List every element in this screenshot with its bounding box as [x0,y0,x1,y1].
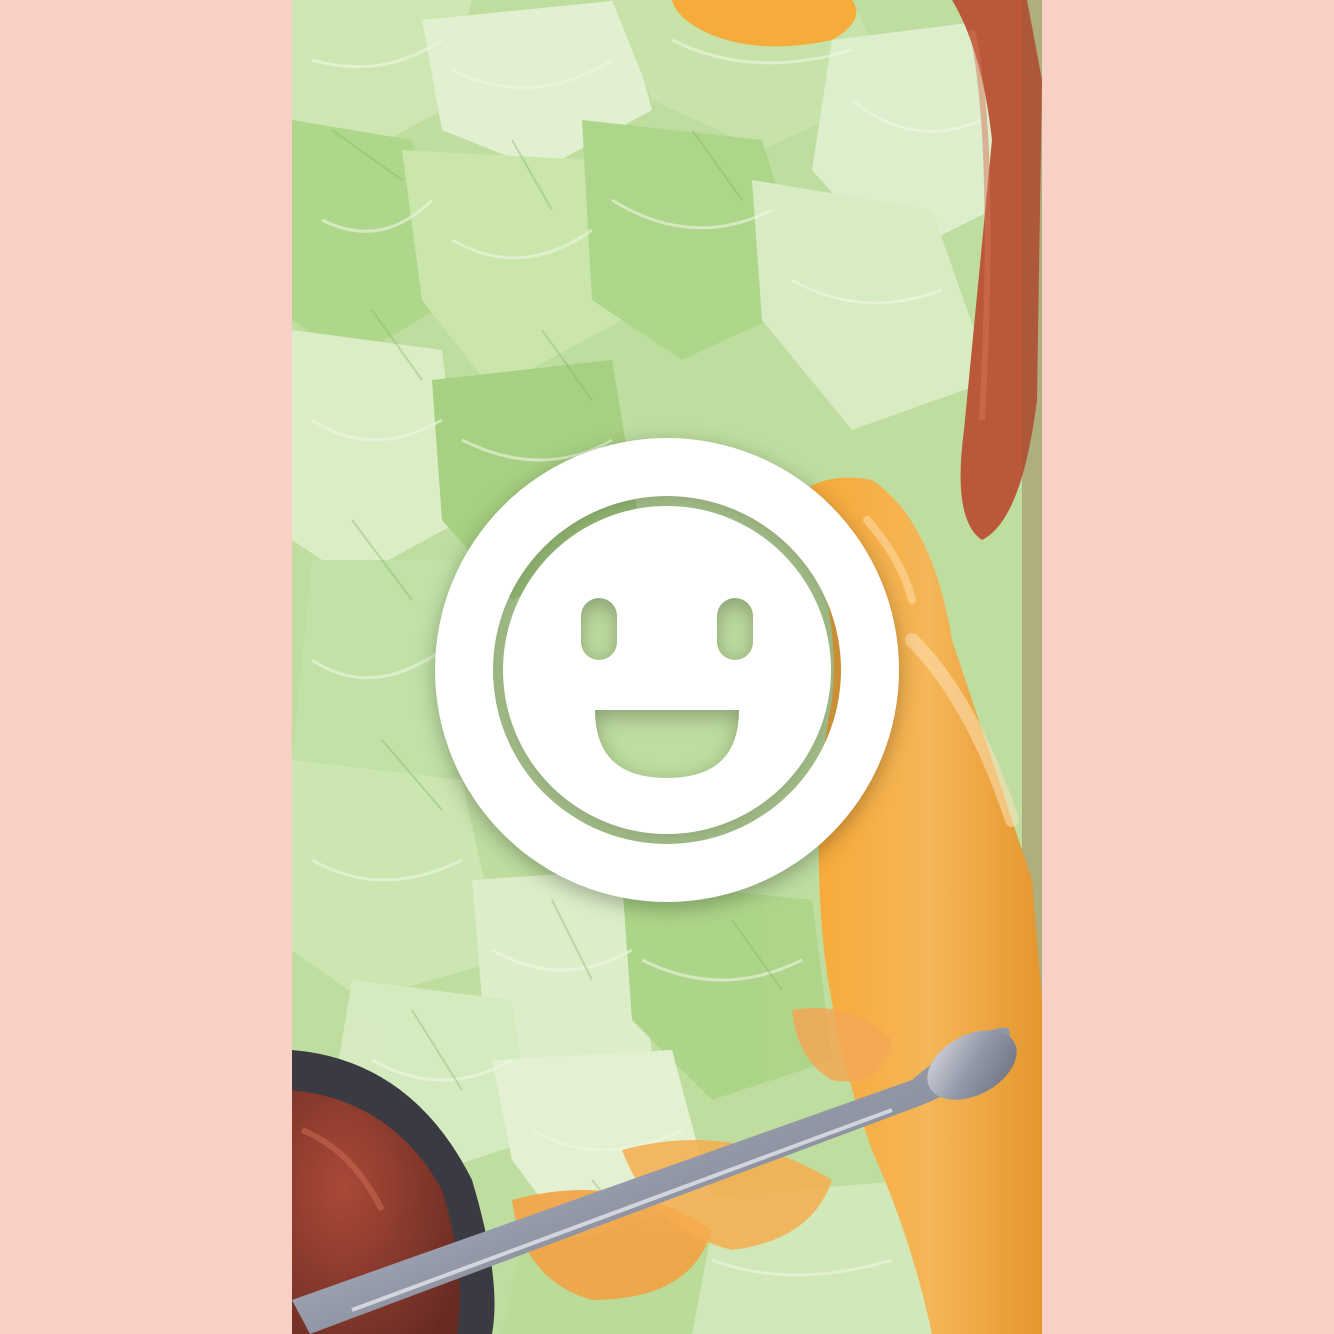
smiley-graphic [435,438,899,902]
smiley-face-icon [435,438,899,902]
smiley-face-shape [435,438,899,902]
